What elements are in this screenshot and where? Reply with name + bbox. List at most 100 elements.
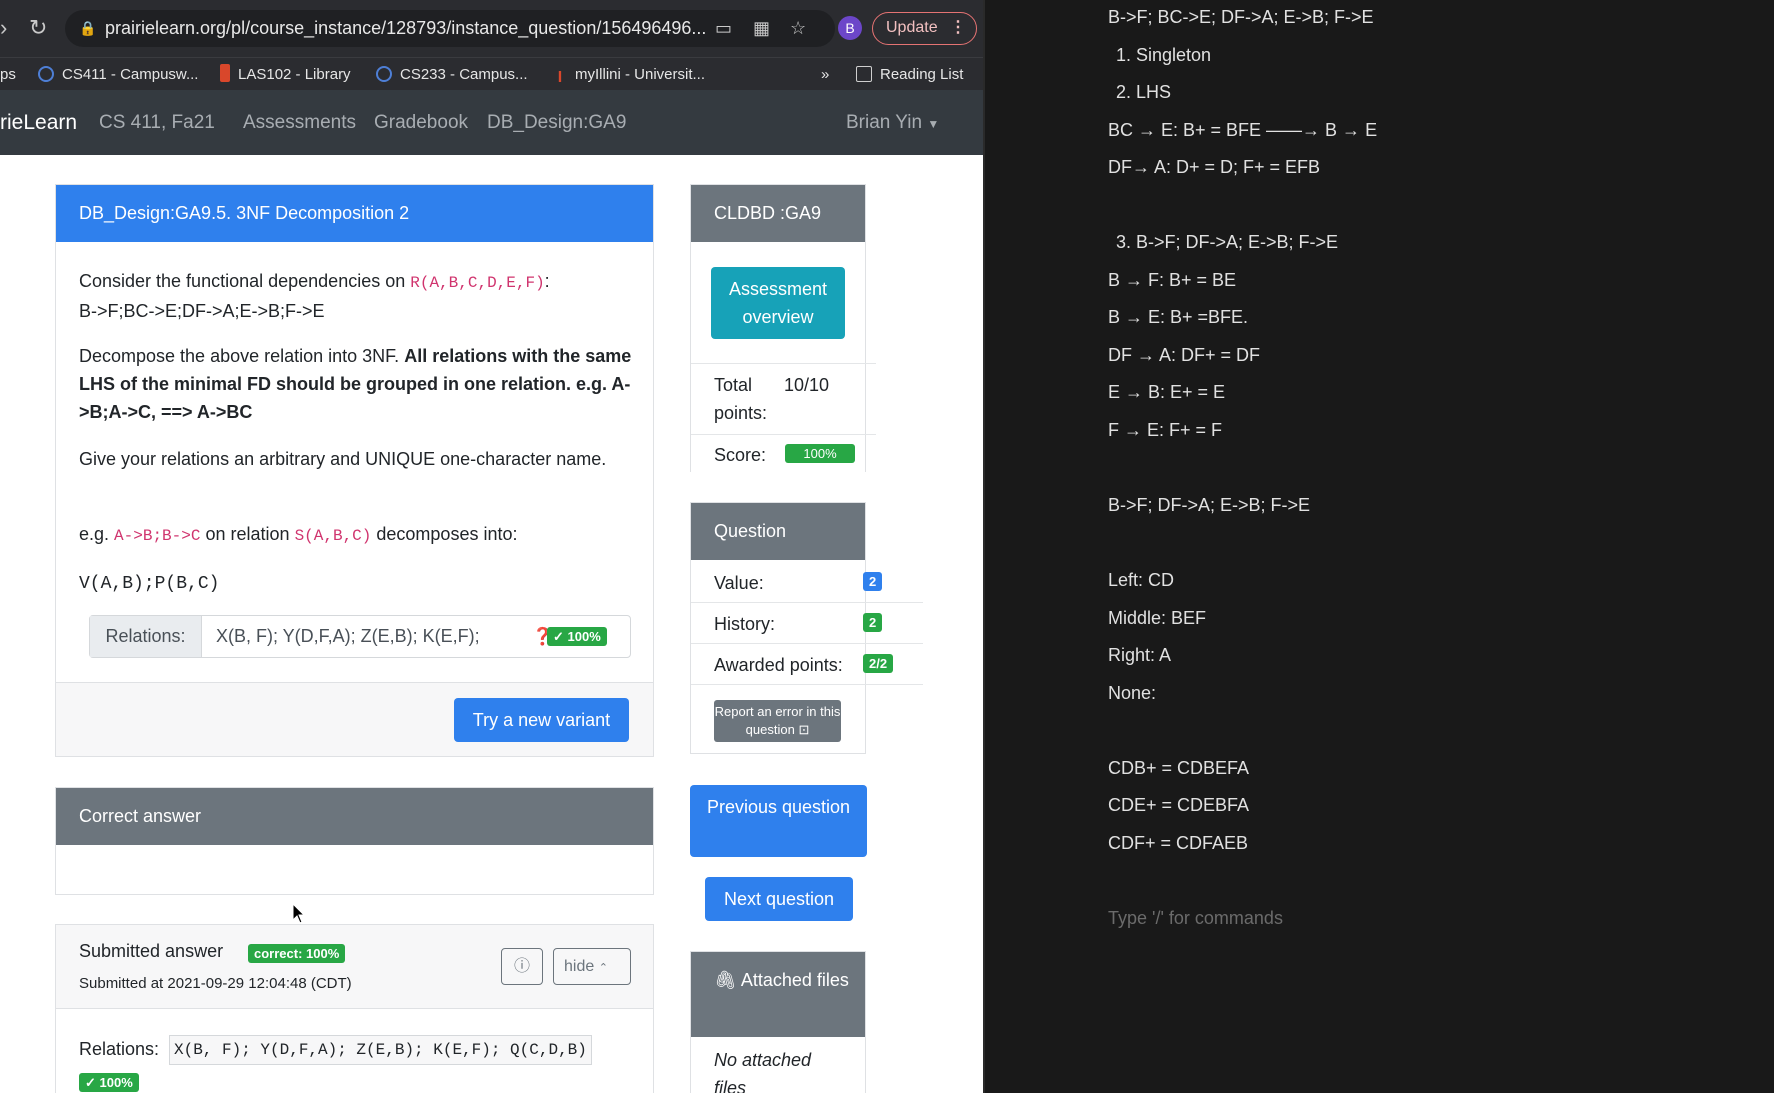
total-points-value: 10/10 xyxy=(784,375,830,395)
address-bar[interactable]: 🔒 prairielearn.org/pl/course_instance/12… xyxy=(65,10,835,47)
score-progress-badge: 100% xyxy=(785,444,855,463)
divider xyxy=(691,684,923,685)
command-input-placeholder[interactable]: Type '/' for commands xyxy=(1108,908,1283,929)
bookmark-myillini[interactable]: ImyIllini - Universit... xyxy=(553,58,705,91)
info-icon: ⓘ xyxy=(513,958,530,975)
chevron-up-icon: ⌃ xyxy=(598,962,608,974)
question-intro: Consider the functional dependencies on … xyxy=(79,271,550,321)
note-line[interactable]: B->F; BC->E; DF->A; E->B; F->E xyxy=(1108,7,1374,28)
update-button[interactable]: Update ⋮ xyxy=(872,12,977,45)
relations-input[interactable]: X(B, F); Y(D,F,A); Z(E,B); K(E,F); xyxy=(202,616,520,657)
mouse-cursor-icon xyxy=(292,903,306,924)
hide-button[interactable]: hide ⌃ xyxy=(553,948,631,985)
note-line[interactable]: 1. Singleton xyxy=(1116,45,1211,66)
note-line[interactable]: Right: A xyxy=(1108,645,1171,666)
awarded-points-badge: 2/2 xyxy=(863,654,894,673)
info-button[interactable]: ⓘ xyxy=(501,948,543,985)
history-badge[interactable]: 2 xyxy=(863,613,883,632)
bookmark-las102[interactable]: LAS102 - Library xyxy=(220,58,351,91)
note-line[interactable]: E → B: E+ = E xyxy=(1108,382,1225,403)
note-line[interactable]: None: xyxy=(1108,683,1156,704)
no-attached-files: No attached files xyxy=(714,1050,812,1093)
note-line[interactable]: 2. LHS xyxy=(1116,82,1171,103)
note-line[interactable]: Middle: BEF xyxy=(1108,608,1206,629)
example-text: e.g. A->B;B->C on relation S(A,B,C) deco… xyxy=(79,524,518,545)
browser-window: › ↻ 🔒 prairielearn.org/pl/course_instanc… xyxy=(0,0,985,1093)
nav-assessment-ga9[interactable]: DB_Design:GA9 xyxy=(487,90,626,155)
bookmark-apps[interactable]: ps xyxy=(0,58,16,91)
note-line[interactable]: F → E: F+ = F xyxy=(1108,420,1222,441)
note-line[interactable]: DF→ A: D+ = D; F+ = EFB xyxy=(1108,157,1320,178)
brand-logo[interactable]: rieLearn xyxy=(0,90,77,155)
submitted-relations-label: Relations: xyxy=(79,1039,160,1059)
nav-gradebook[interactable]: Gradebook xyxy=(374,90,468,155)
attached-files-title: Attached files xyxy=(740,970,849,990)
name-instruction: Give your relations an arbitrary and UNI… xyxy=(79,449,607,469)
bookmarks-bar: ps CS411 - Campusw... LAS102 - Library C… xyxy=(0,57,985,90)
note-line[interactable]: B → F: B+ = BE xyxy=(1108,270,1236,291)
app-navbar: rieLearn CS 411, Fa21 Assessments Gradeb… xyxy=(0,90,985,155)
previous-question-button[interactable]: Previous question xyxy=(690,785,867,857)
assessment-overview-button[interactable]: Assessment overview xyxy=(711,267,845,339)
divider xyxy=(691,602,923,603)
assessment-card: CLDBD :GA9 Assessment overview Total poi… xyxy=(690,184,876,472)
attached-files-header: 🖇 Attached files xyxy=(691,952,865,1037)
forward-arrow-icon[interactable]: › xyxy=(0,14,7,42)
example-result: V(A,B);P(B,C) xyxy=(79,574,220,594)
user-menu[interactable]: Brian Yin ▼ xyxy=(846,90,939,155)
reading-list[interactable]: Reading List xyxy=(856,58,963,91)
nav-assessments[interactable]: Assessments xyxy=(243,90,356,155)
note-line[interactable]: CDE+ = CDEBFA xyxy=(1108,795,1249,816)
reload-icon[interactable]: ↻ xyxy=(29,14,47,42)
question-card: DB_Design:GA9.5. 3NF Decomposition 2 Con… xyxy=(55,184,654,757)
relations-score-badge: ✓ 100% xyxy=(547,627,607,646)
attached-files-card: 🖇 Attached files No attached files xyxy=(690,951,866,1093)
more-menu-icon[interactable]: ⋮ xyxy=(950,13,966,43)
question-footer: Try a new variant xyxy=(56,682,653,756)
note-line[interactable]: CDB+ = CDBEFA xyxy=(1108,758,1249,779)
note-line[interactable]: 3. B->F; DF->A; E->B; F->E xyxy=(1116,232,1338,253)
bookmarks-overflow[interactable]: » xyxy=(821,58,829,91)
fd-list: B->F;BC->E;DF->A;E->B;F->E xyxy=(79,301,325,321)
report-error-button[interactable]: Report an error in this question ⊡ xyxy=(714,700,841,742)
caret-down-icon: ▼ xyxy=(927,117,940,131)
score-label: Score: xyxy=(714,445,767,465)
note-line[interactable]: DF → A: DF+ = DF xyxy=(1108,345,1260,366)
divider xyxy=(691,643,923,644)
divider xyxy=(691,363,876,364)
submitted-score-badge: ✓ 100% xyxy=(79,1073,139,1092)
submitted-title: Submitted answer xyxy=(79,941,224,961)
divider xyxy=(691,434,876,435)
submitted-relations-value: X(B, F); Y(D,F,A); Z(E,B); K(E,F); Q(C,D… xyxy=(169,1035,592,1065)
external-icon: ⊡ xyxy=(798,722,810,737)
reading-list-icon xyxy=(856,66,872,82)
relation-expression: R(A,B,C,D,E,F) xyxy=(410,274,545,292)
bookmark-cs233[interactable]: CS233 - Campus... xyxy=(376,58,528,91)
assessment-title: CLDBD :GA9 xyxy=(691,185,865,242)
library-icon xyxy=(220,64,230,82)
history-label: History: xyxy=(714,614,776,634)
course-label[interactable]: CS 411, Fa21 xyxy=(99,90,215,155)
decompose-instruction: Decompose the above relation into 3NF. A… xyxy=(79,346,632,422)
next-question-button[interactable]: Next question xyxy=(705,877,853,921)
total-points-label: Total points: xyxy=(714,375,768,423)
note-line[interactable]: B → E: B+ =BFE. xyxy=(1108,307,1248,328)
campuswire-icon xyxy=(376,66,392,82)
submitted-answer-card: Submitted answer correct: 100% Submitted… xyxy=(55,924,654,1093)
awarded-points-label: Awarded points: xyxy=(714,655,843,675)
profile-avatar[interactable]: B xyxy=(838,16,862,40)
submitted-header: Submitted answer correct: 100% Submitted… xyxy=(56,925,653,1009)
cast-icon[interactable]: ▭ xyxy=(715,10,732,47)
star-icon[interactable]: ☆ xyxy=(790,10,806,47)
note-line[interactable]: CDF+ = CDFAEB xyxy=(1108,833,1248,854)
note-line[interactable]: BC → E: B+ = BFE ——→ B → E xyxy=(1108,120,1377,141)
relations-label: Relations: xyxy=(90,616,202,657)
note-line[interactable]: B->F; DF->A; E->B; F->E xyxy=(1108,495,1310,516)
question-title: DB_Design:GA9.5. 3NF Decomposition 2 xyxy=(56,185,653,242)
value-label: Value: xyxy=(714,573,764,593)
note-line[interactable]: Left: CD xyxy=(1108,570,1174,591)
try-new-variant-button[interactable]: Try a new variant xyxy=(454,698,629,742)
bookmark-cs411[interactable]: CS411 - Campusw... xyxy=(38,58,198,91)
browser-toolbar: › ↻ 🔒 prairielearn.org/pl/course_instanc… xyxy=(0,0,985,57)
qr-code-icon[interactable]: ▦ xyxy=(753,10,770,47)
